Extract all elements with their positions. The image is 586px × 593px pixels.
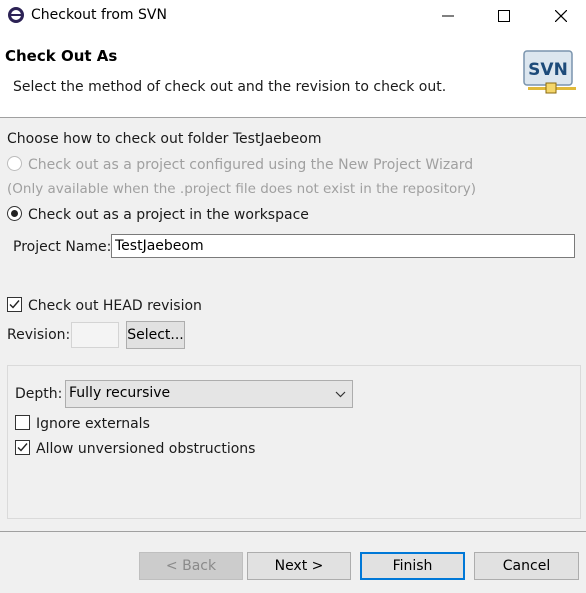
option-wizard-note: (Only available when the .project file d… bbox=[7, 181, 477, 197]
revision-input[interactable] bbox=[71, 322, 119, 348]
project-name-label: Project Name: bbox=[13, 239, 112, 255]
maximize-button[interactable] bbox=[481, 0, 527, 31]
title-bar: Checkout from SVN bbox=[0, 0, 586, 31]
head-revision-option[interactable]: Check out HEAD revision bbox=[7, 297, 202, 314]
wizard-header: Check Out As Select the method of check … bbox=[0, 31, 586, 118]
option-workspace-label: Check out as a project in the workspace bbox=[28, 207, 309, 223]
back-button[interactable]: < Back bbox=[139, 552, 243, 580]
head-revision-label: Check out HEAD revision bbox=[28, 298, 202, 314]
choose-label: Choose how to check out folder TestJaebe… bbox=[7, 131, 322, 147]
radio-workspace[interactable] bbox=[7, 206, 22, 221]
close-icon bbox=[555, 10, 567, 22]
ignore-externals-label: Ignore externals bbox=[36, 416, 150, 432]
option-workspace[interactable]: Check out as a project in the workspace bbox=[7, 206, 309, 223]
allow-unversioned-label: Allow unversioned obstructions bbox=[36, 441, 256, 457]
page-title: Check Out As bbox=[5, 47, 118, 65]
revision-label: Revision: bbox=[7, 327, 71, 343]
checkmark-icon bbox=[9, 300, 20, 309]
next-button[interactable]: Next > bbox=[247, 552, 351, 580]
checkmark-icon bbox=[17, 443, 28, 452]
head-revision-checkbox[interactable] bbox=[7, 297, 22, 312]
close-button[interactable] bbox=[538, 0, 584, 31]
ignore-externals-option[interactable]: Ignore externals bbox=[15, 415, 150, 432]
depth-label: Depth: bbox=[15, 386, 63, 402]
window-title: Checkout from SVN bbox=[31, 7, 167, 23]
maximize-icon bbox=[498, 10, 510, 22]
minimize-icon bbox=[442, 15, 454, 17]
option-new-project-wizard[interactable]: Check out as a project configured using … bbox=[7, 156, 473, 173]
cancel-button[interactable]: Cancel bbox=[474, 552, 579, 580]
allow-unversioned-checkbox[interactable] bbox=[15, 440, 30, 455]
eclipse-app-icon bbox=[7, 6, 25, 24]
depth-select[interactable]: Fully recursive bbox=[65, 380, 353, 408]
allow-unversioned-option[interactable]: Allow unversioned obstructions bbox=[15, 440, 255, 457]
svn-logo-text: SVN bbox=[528, 60, 568, 80]
option-wizard-label: Check out as a project configured using … bbox=[28, 157, 474, 173]
minimize-button[interactable] bbox=[425, 0, 471, 31]
project-name-input[interactable] bbox=[111, 234, 575, 258]
radio-wizard[interactable] bbox=[7, 156, 22, 171]
page-description: Select the method of check out and the r… bbox=[13, 79, 447, 95]
button-bar-separator bbox=[0, 531, 586, 532]
ignore-externals-checkbox[interactable] bbox=[15, 415, 30, 430]
depth-select-value: Fully recursive bbox=[69, 385, 171, 401]
svn-logo-icon: SVN bbox=[523, 50, 576, 94]
finish-button[interactable]: Finish bbox=[360, 552, 465, 580]
chevron-down-icon bbox=[335, 391, 346, 398]
select-revision-button[interactable]: Select... bbox=[126, 321, 185, 349]
